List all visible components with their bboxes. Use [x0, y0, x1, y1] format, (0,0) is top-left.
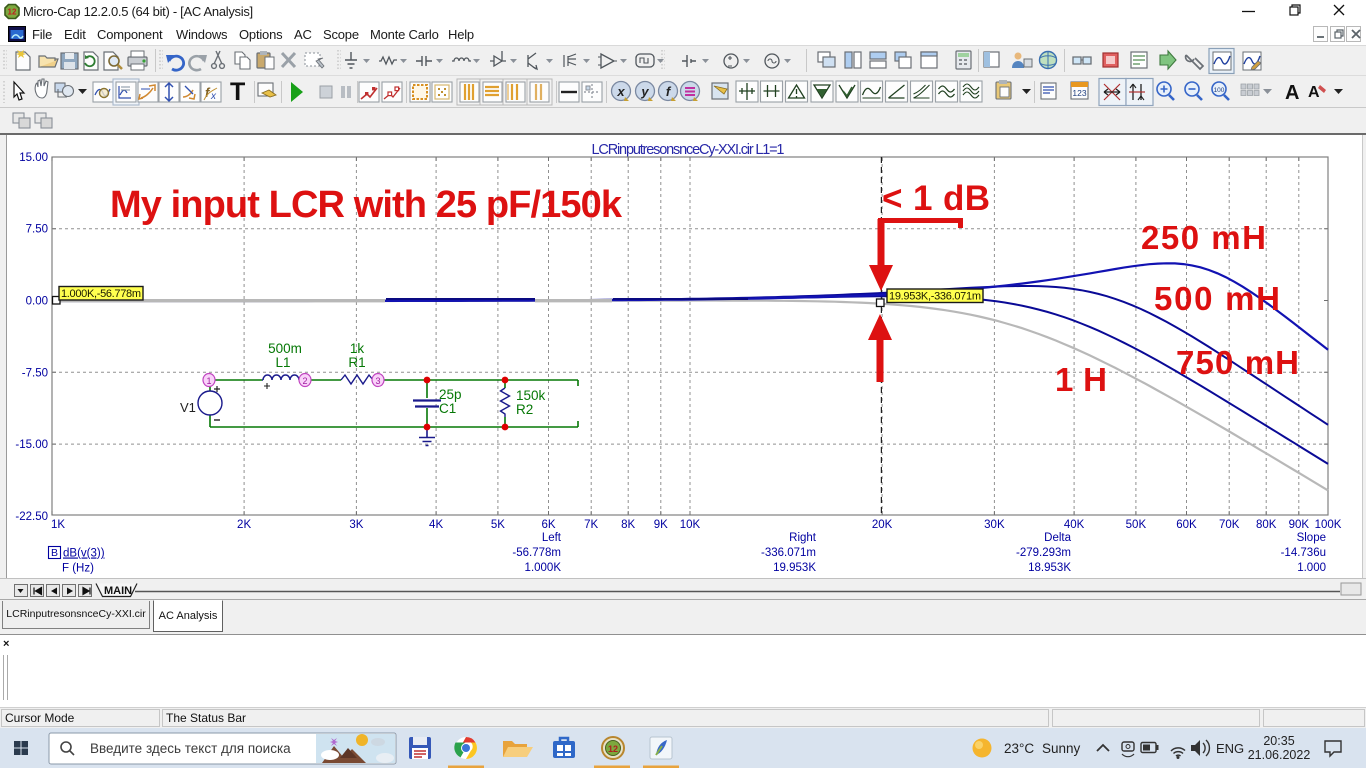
svg-text:100: 100	[1214, 87, 1225, 94]
svg-text:21.06.2022: 21.06.2022	[1248, 748, 1311, 762]
svg-text:-336.071m: -336.071m	[761, 547, 816, 559]
svg-text:5K: 5K	[491, 519, 505, 531]
svg-text:2: 2	[302, 376, 307, 386]
svg-text:60K: 60K	[1176, 519, 1197, 531]
svg-text:150k: 150k	[516, 388, 546, 403]
svg-text:20:35: 20:35	[1263, 734, 1294, 748]
svg-text:19.953K: 19.953K	[773, 562, 816, 574]
svg-text:Slope: Slope	[1297, 532, 1326, 544]
svg-text:1k: 1k	[350, 341, 365, 356]
svg-text:MAIN: MAIN	[104, 585, 132, 597]
svg-text:2K: 2K	[237, 519, 251, 531]
svg-text:1.000K,-56.778m: 1.000K,-56.778m	[61, 288, 141, 300]
svg-text:Right: Right	[789, 532, 817, 544]
svg-text:9K: 9K	[654, 519, 668, 531]
svg-text:Delta: Delta	[1044, 532, 1071, 544]
svg-text:3K: 3K	[349, 519, 363, 531]
svg-text:90K: 90K	[1289, 519, 1310, 531]
svg-text:V1: V1	[180, 400, 196, 415]
svg-text:T: T	[230, 78, 245, 106]
svg-text:40K: 40K	[1064, 519, 1085, 531]
svg-text:100K: 100K	[1315, 519, 1342, 531]
svg-text:Введите здесь текст для поиска: Введите здесь текст для поиска	[90, 741, 291, 756]
svg-text:20K: 20K	[872, 519, 893, 531]
svg-text:dB(v(3)): dB(v(3))	[63, 548, 105, 560]
svg-text:1 H: 1 H	[1055, 361, 1107, 398]
svg-text:C1: C1	[439, 401, 456, 416]
svg-text:y: y	[640, 84, 649, 99]
svg-text:6K: 6K	[541, 519, 555, 531]
svg-text:R1: R1	[348, 355, 365, 370]
svg-text:-22.50: -22.50	[15, 511, 48, 523]
svg-text:LCRinputresonsnceCy-XXI.cir L1: LCRinputresonsnceCy-XXI.cir L1=1	[592, 142, 785, 158]
svg-text:Left: Left	[542, 532, 562, 544]
svg-text:-15.00: -15.00	[15, 439, 48, 451]
svg-text:30K: 30K	[984, 519, 1005, 531]
svg-text:< 1 dB: < 1 dB	[882, 179, 990, 218]
svg-text:A: A	[1285, 82, 1299, 104]
svg-text:80K: 80K	[1256, 519, 1277, 531]
svg-text:25p: 25p	[439, 387, 462, 402]
svg-text:10K: 10K	[680, 519, 701, 531]
svg-text:Sunny: Sunny	[1042, 741, 1081, 756]
svg-text:19.953K,-336.071m: 19.953K,-336.071m	[889, 291, 981, 303]
svg-text:B: B	[51, 547, 58, 559]
svg-text:123: 123	[1072, 88, 1086, 98]
svg-text:500m: 500m	[268, 341, 302, 356]
svg-text:7.50: 7.50	[26, 224, 48, 236]
svg-text:8K: 8K	[621, 519, 635, 531]
svg-text:4K: 4K	[429, 519, 443, 531]
svg-text:-279.293m: -279.293m	[1016, 547, 1071, 559]
svg-text:L1: L1	[275, 355, 290, 370]
svg-text:ENG: ENG	[1216, 741, 1244, 756]
svg-text:15.00: 15.00	[19, 152, 48, 164]
svg-text:18.953K: 18.953K	[1028, 562, 1071, 574]
svg-text:1: 1	[206, 376, 211, 386]
svg-text:x: x	[616, 84, 625, 99]
svg-text:-56.778m: -56.778m	[512, 547, 561, 559]
svg-text:My input LCR with 25 pF/150k: My input LCR with 25 pF/150k	[110, 184, 623, 226]
svg-text:-7.50: -7.50	[22, 367, 48, 379]
svg-text:12: 12	[8, 8, 17, 17]
svg-text:70K: 70K	[1219, 519, 1240, 531]
svg-text:23°C: 23°C	[1004, 741, 1034, 756]
svg-text:F (Hz): F (Hz)	[62, 563, 94, 575]
svg-text:50K: 50K	[1126, 519, 1147, 531]
svg-text:1.000: 1.000	[1297, 562, 1326, 574]
svg-text:3: 3	[375, 376, 380, 386]
svg-text:-14.736u: -14.736u	[1281, 547, 1326, 559]
svg-text:12: 12	[608, 744, 618, 754]
svg-text:0.00: 0.00	[26, 296, 48, 308]
svg-text:7K: 7K	[584, 519, 598, 531]
svg-text:x: x	[210, 91, 217, 102]
svg-text:1.000K: 1.000K	[525, 562, 562, 574]
svg-text:R2: R2	[516, 402, 533, 417]
svg-text:A: A	[1308, 84, 1320, 101]
svg-text:1K: 1K	[51, 519, 65, 531]
